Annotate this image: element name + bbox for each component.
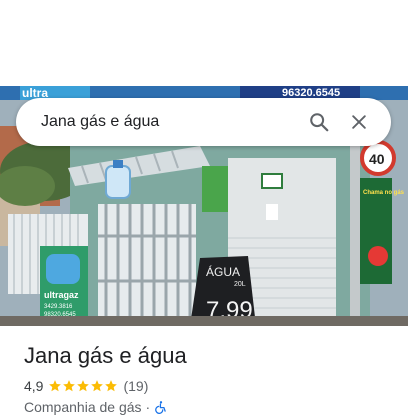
- category-row: Companhia de gás ·: [24, 398, 168, 416]
- separator-dot: ·: [145, 399, 151, 415]
- category-label: Companhia de gás: [24, 399, 142, 415]
- star-rating: [48, 379, 118, 393]
- chalkboard-sub: 20L: [234, 281, 246, 288]
- place-title: Jana gás e água: [24, 343, 187, 368]
- rating-value: 4,9: [24, 378, 44, 394]
- rating-row[interactable]: 4,9 (19): [24, 377, 148, 395]
- search-button[interactable]: [299, 102, 339, 142]
- star-icon: [63, 380, 76, 392]
- star-icon: [105, 380, 118, 392]
- left-phone-1: 3429.3816: [44, 304, 73, 310]
- poster-text: Chama no gás: [363, 190, 405, 196]
- speed-limit-text: 40: [369, 151, 385, 167]
- search-bar[interactable]: Jana gás e água: [16, 98, 391, 146]
- chalkboard-agua: ÁGUA: [206, 264, 240, 279]
- left-brand-text: ultragaz: [44, 290, 79, 300]
- search-input[interactable]: Jana gás e água: [41, 113, 299, 131]
- star-icon: [91, 380, 104, 392]
- star-icon: [77, 380, 90, 392]
- star-icon: [49, 380, 62, 392]
- review-count[interactable]: (19): [123, 378, 148, 394]
- clear-search-button[interactable]: [339, 102, 379, 142]
- search-icon: [310, 113, 329, 132]
- close-icon: [352, 115, 366, 129]
